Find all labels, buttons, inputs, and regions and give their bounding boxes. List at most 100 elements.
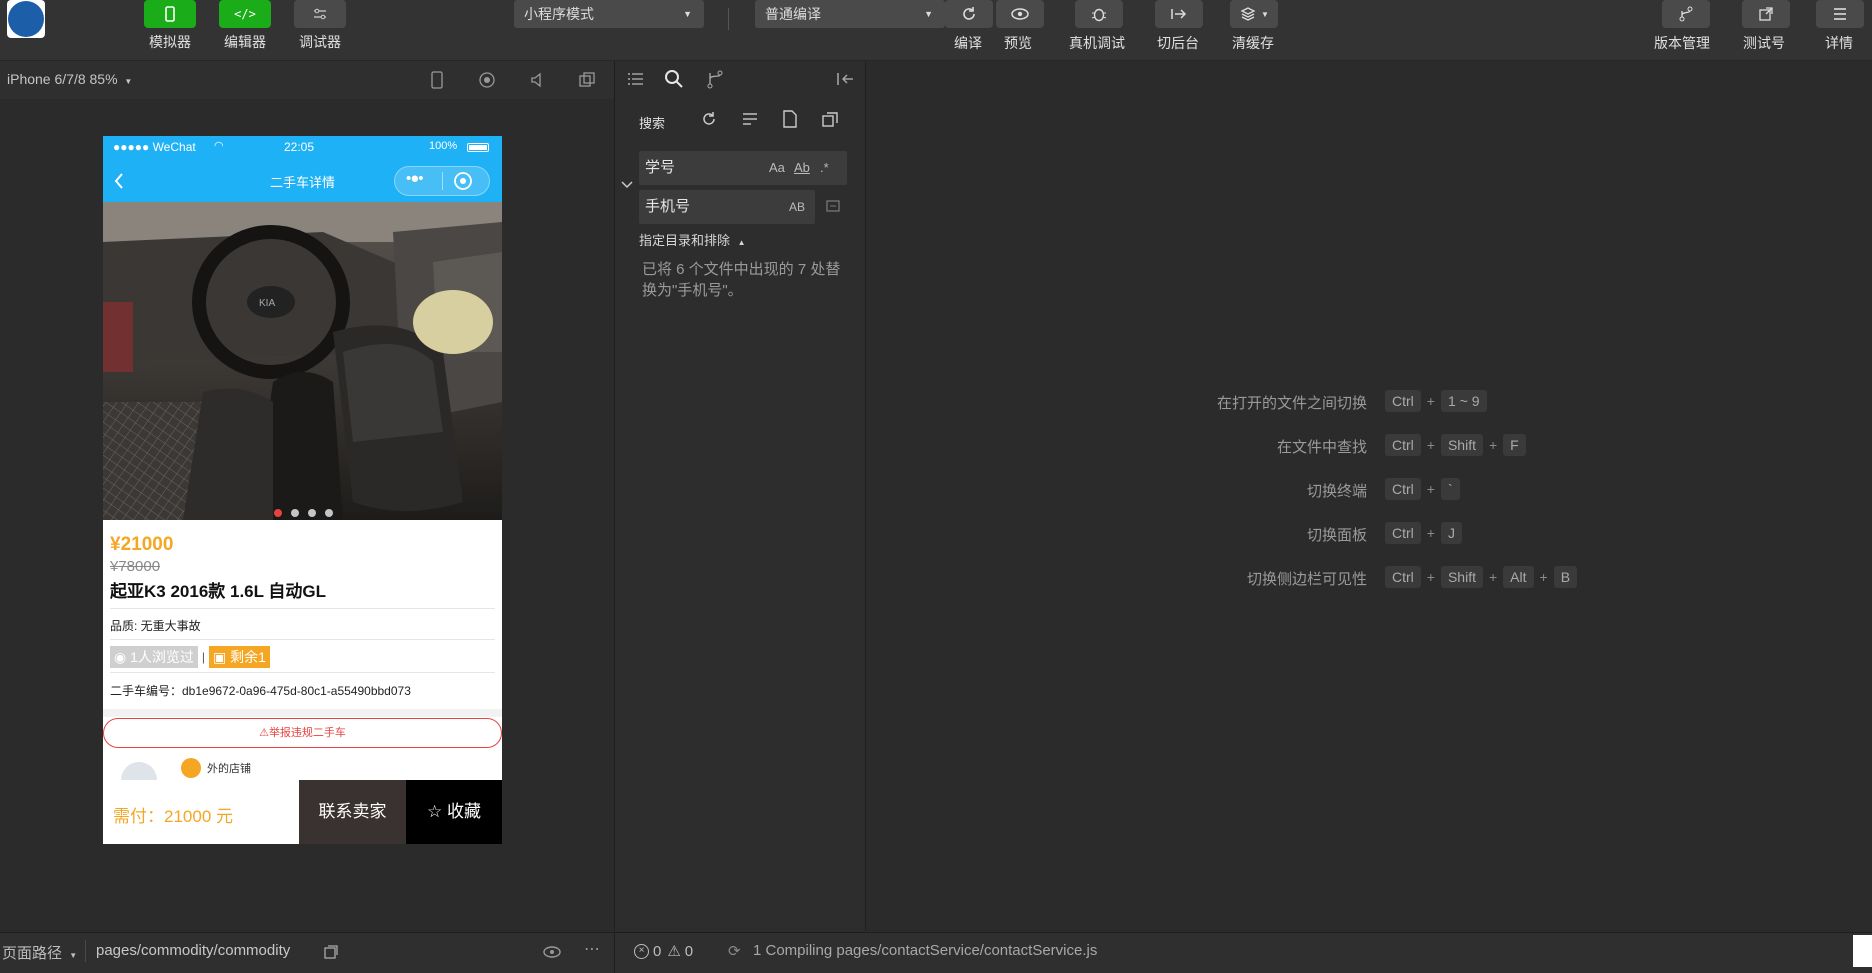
problems-indicator[interactable]: × 0 ⚠ 0 xyxy=(634,942,693,960)
external-link-icon xyxy=(1759,7,1773,21)
match-word-toggle[interactable]: Ab xyxy=(794,151,810,185)
include-exclude-text: 指定目录和排除 xyxy=(639,233,731,248)
simulator-header: iPhone 6/7/8 85% ▼ xyxy=(0,61,614,99)
compile-mode-select[interactable]: 普通编译 ▼ xyxy=(755,0,945,28)
copy-icon[interactable] xyxy=(323,944,339,960)
record-icon[interactable] xyxy=(478,71,496,89)
quality-label: 品质: 无重大事故 xyxy=(110,609,495,640)
error-count: 0 xyxy=(653,942,662,960)
replace-all-icon[interactable] xyxy=(824,197,842,215)
preview-button[interactable] xyxy=(996,0,1044,28)
key-cap: Ctrl xyxy=(1385,522,1421,544)
plus-sign: + xyxy=(1426,525,1435,541)
carousel-dot[interactable] xyxy=(291,509,299,517)
explorer-icon[interactable] xyxy=(627,71,645,87)
phone-status-bar: ●●●●● WeChat ◠ 22:05 100% xyxy=(103,136,502,160)
key-cap: Ctrl xyxy=(1385,566,1421,588)
plus-sign: + xyxy=(1488,569,1498,585)
key-cap: B xyxy=(1553,566,1578,588)
carousel-dot[interactable] xyxy=(274,509,282,517)
background-button[interactable] xyxy=(1155,0,1203,28)
status-bar: 页面路径 ▼ pages/commodity/commodity ⋯ × 0 ⚠… xyxy=(0,932,1872,973)
shortcut-row: 切换面板 Ctrl + J xyxy=(866,522,1872,546)
new-search-editor-icon[interactable] xyxy=(781,109,799,129)
compile-label: 编译 xyxy=(954,35,982,51)
car-interior-image: KIA xyxy=(103,202,502,520)
mode-select[interactable]: 小程序模式 ▼ xyxy=(514,0,704,28)
clear-cache-button[interactable]: ▼ xyxy=(1230,0,1278,28)
plus-sign: + xyxy=(1426,437,1435,453)
close-target-icon[interactable] xyxy=(453,171,473,191)
test-account-button[interactable] xyxy=(1742,0,1790,28)
include-exclude-toggle[interactable]: 指定目录和排除 ▲ xyxy=(639,230,746,249)
mode-select-value: 小程序模式 xyxy=(524,6,594,22)
collapse-panel-icon[interactable] xyxy=(835,71,855,87)
replace-input[interactable]: 手机号 AB xyxy=(639,190,815,224)
refresh-icon[interactable] xyxy=(700,110,718,128)
volume-icon[interactable] xyxy=(529,71,547,89)
carousel-dot[interactable] xyxy=(325,509,333,517)
chevron-down-icon[interactable] xyxy=(620,180,634,190)
car-logo: KIA xyxy=(259,298,275,309)
editor-button[interactable]: </> 编辑器 xyxy=(215,0,275,52)
carousel-dot[interactable] xyxy=(308,509,316,517)
section-gap xyxy=(103,709,502,717)
clear-results-icon[interactable] xyxy=(741,111,759,127)
notification-badge[interactable] xyxy=(1853,935,1872,967)
device-select[interactable]: iPhone 6/7/8 85% ▼ xyxy=(7,71,132,87)
version-management-button[interactable] xyxy=(1662,0,1710,28)
report-button[interactable]: ⚠举报违规二手车 xyxy=(103,718,502,748)
bottom-action-bar: 需付：21000 元 联系卖家 ☆ 收藏 xyxy=(103,780,502,844)
editor-area: 在打开的文件之间切换 Ctrl +1 ~ 9 在文件中查找 Ctrl + Shift + F 切换… xyxy=(866,61,1872,931)
contact-seller-button[interactable]: 联系卖家 xyxy=(299,780,406,844)
phone-screen: ●●●●● WeChat ◠ 22:05 100% 二手车详情 •●• KIA … xyxy=(103,136,502,844)
device-debug-button[interactable] xyxy=(1075,0,1123,28)
favorite-button[interactable]: ☆ 收藏 xyxy=(406,780,502,844)
simulator-button[interactable]: 模拟器 xyxy=(140,0,200,52)
avatar[interactable] xyxy=(7,0,45,38)
refresh-icon xyxy=(963,7,975,20)
capsule-menu[interactable]: •●• xyxy=(394,166,490,196)
warning-icon: ⚠ xyxy=(667,943,681,960)
caret-up-icon: ▲ xyxy=(737,238,746,247)
plus-sign: + xyxy=(1426,569,1435,585)
details-button[interactable] xyxy=(1816,0,1864,28)
price-section: ¥21000 ¥78000 起亚K3 2016款 1.6L 自动GL 品质: 无… xyxy=(103,534,502,798)
more-dots-icon[interactable]: •●• xyxy=(406,170,424,187)
key-cap: F xyxy=(1503,434,1526,456)
details-label: 详情 xyxy=(1825,35,1853,51)
search-icon[interactable] xyxy=(664,69,684,89)
divider xyxy=(614,933,615,973)
regex-icon[interactable]: .* xyxy=(820,151,829,185)
source-control-icon[interactable] xyxy=(706,69,724,89)
code-icon: </> xyxy=(234,7,256,21)
compile-button[interactable] xyxy=(945,0,993,28)
eye-icon[interactable] xyxy=(542,945,562,959)
search-panel-title: 搜索 xyxy=(639,116,666,131)
switch-background-icon xyxy=(1171,9,1187,19)
collapse-all-icon[interactable] xyxy=(821,111,839,129)
car-photo-carousel[interactable]: KIA xyxy=(103,202,502,520)
box-icon: ▣ xyxy=(213,649,231,665)
warning-count: 0 xyxy=(684,942,694,960)
more-icon[interactable]: ⋯ xyxy=(584,939,600,959)
plus-sign: + xyxy=(1426,393,1435,409)
status-time: 22:05 xyxy=(284,140,315,154)
phone-icon[interactable] xyxy=(429,71,445,89)
key-cap: Ctrl xyxy=(1385,390,1421,412)
preserve-case-toggle[interactable]: AB xyxy=(789,190,805,224)
key-cap: Shift xyxy=(1440,566,1483,588)
page-path-select[interactable]: 页面路径 ▼ xyxy=(2,942,77,963)
favorite-text: 收藏 xyxy=(446,802,481,821)
popout-icon[interactable] xyxy=(578,71,596,89)
search-input[interactable]: 学号 Aa Ab .* xyxy=(639,151,847,185)
price: ¥21000 xyxy=(110,534,174,555)
chevron-down-icon: ▼ xyxy=(124,77,133,86)
device-select-value: iPhone 6/7/8 85% xyxy=(7,71,118,87)
match-case-toggle[interactable]: Aa xyxy=(769,151,785,185)
page-path-label: 页面路径 xyxy=(2,945,63,962)
page-path: pages/commodity/commodity xyxy=(96,942,291,959)
plus-sign: + xyxy=(1426,481,1435,497)
views-badge: ◉ 1人浏览过 xyxy=(110,646,198,668)
debugger-button[interactable]: 调试器 xyxy=(290,0,350,52)
